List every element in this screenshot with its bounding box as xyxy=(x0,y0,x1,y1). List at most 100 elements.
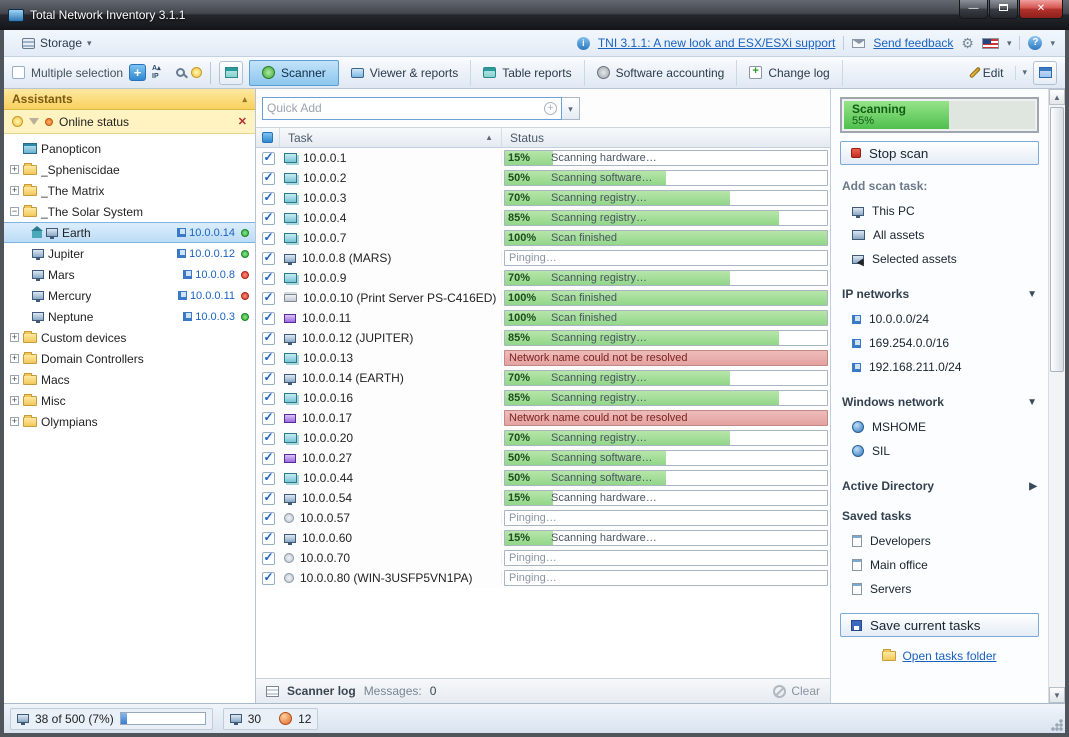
task-row[interactable]: 10.0.0.4450%Scanning software… xyxy=(256,468,830,488)
quick-add-input[interactable] xyxy=(267,101,544,115)
language-flag-icon[interactable] xyxy=(982,38,999,49)
multiple-selection-checkbox[interactable] xyxy=(12,66,25,79)
task-row[interactable]: 10.0.0.8 (MARS)Pinging… xyxy=(256,248,830,268)
task-checkbox[interactable] xyxy=(262,412,275,425)
task-checkbox[interactable] xyxy=(262,172,275,185)
assistant-bulb-icon[interactable] xyxy=(191,67,202,78)
task-row[interactable]: 10.0.0.80 (WIN-3USFP5VN1PA)Pinging… xyxy=(256,568,830,588)
task-checkbox[interactable] xyxy=(262,552,275,565)
help-chevron-icon[interactable]: ▾ xyxy=(1050,38,1055,49)
tab-edit[interactable]: Edit xyxy=(961,66,1017,80)
online-status-assistant[interactable]: Online status ✕ xyxy=(4,110,255,134)
quick-add-field[interactable]: + xyxy=(262,97,562,120)
search-icon[interactable] xyxy=(176,68,185,77)
task-row[interactable]: 10.0.0.17Network name could not be resol… xyxy=(256,408,830,428)
select-all-header[interactable] xyxy=(256,128,280,147)
collapse-icon[interactable]: ▴ xyxy=(242,94,247,105)
windows-network-item-sil[interactable]: SIL xyxy=(840,439,1039,463)
task-row[interactable]: 10.0.0.250%Scanning software… xyxy=(256,168,830,188)
task-checkbox[interactable] xyxy=(262,472,275,485)
stop-scan-button[interactable]: Stop scan xyxy=(840,141,1039,165)
task-row[interactable]: 10.0.0.10 (Print Server PS-C416ED)100%Sc… xyxy=(256,288,830,308)
task-row[interactable]: 10.0.0.485%Scanning registry… xyxy=(256,208,830,228)
windows-network-item-mshome[interactable]: MSHOME xyxy=(840,415,1039,439)
save-current-tasks-button[interactable]: Save current tasks xyxy=(840,613,1039,637)
quick-add-dropdown[interactable]: ▾ xyxy=(562,97,580,120)
chevron-down-icon[interactable]: ▼ xyxy=(1027,397,1037,408)
ip-networks-item-169-254-0-0-16[interactable]: 169.254.0.0/16 xyxy=(840,331,1039,355)
section-saved-tasks[interactable]: Saved tasks xyxy=(842,509,1039,523)
saved-tasks-item-servers[interactable]: Servers xyxy=(840,577,1039,601)
expand-icon[interactable]: + xyxy=(10,186,19,195)
task-row[interactable]: 10.0.0.370%Scanning registry… xyxy=(256,188,830,208)
assistants-header[interactable]: Assistants ▴ xyxy=(4,89,255,110)
task-row[interactable]: 10.0.0.115%Scanning hardware… xyxy=(256,148,830,168)
help-icon[interactable]: ? xyxy=(1028,36,1042,50)
resize-grip[interactable] xyxy=(1050,718,1063,731)
expand-icon[interactable]: + xyxy=(10,165,19,174)
ip-networks-item-192-168-211-0-24[interactable]: 192.168.211.0/24 xyxy=(840,355,1039,379)
vertical-scrollbar[interactable]: ▲ ▼ xyxy=(1048,89,1065,703)
task-checkbox[interactable] xyxy=(262,532,275,545)
task-row[interactable]: 10.0.0.14 (EARTH)70%Scanning registry… xyxy=(256,368,830,388)
language-chevron-icon[interactable]: ▾ xyxy=(1007,38,1012,49)
tree-item-custom-devices[interactable]: +Custom devices xyxy=(4,327,255,348)
tree-item-domain-controllers[interactable]: +Domain Controllers xyxy=(4,348,255,369)
task-checkbox[interactable] xyxy=(262,212,275,225)
scroll-down-button[interactable]: ▼ xyxy=(1049,687,1065,703)
scrollbar-thumb[interactable] xyxy=(1050,107,1064,372)
task-checkbox[interactable] xyxy=(262,492,275,505)
tab-software-accounting[interactable]: Software accounting xyxy=(585,60,738,86)
close-icon[interactable]: ✕ xyxy=(238,115,247,128)
section-windows-network[interactable]: Windows network▼ xyxy=(842,395,1039,409)
task-checkbox[interactable] xyxy=(262,372,275,385)
layout-button[interactable] xyxy=(1033,61,1057,85)
tree-item-jupiter[interactable]: Jupiter10.0.0.12 xyxy=(4,243,255,264)
task-row[interactable]: 10.0.0.970%Scanning registry… xyxy=(256,268,830,288)
open-tasks-folder-link[interactable]: Open tasks folder xyxy=(840,649,1039,663)
minimize-button[interactable]: — xyxy=(959,0,988,19)
sort-a-ip-button[interactable]: A▴IP xyxy=(152,65,170,81)
task-checkbox[interactable] xyxy=(262,312,275,325)
task-checkbox[interactable] xyxy=(262,352,275,365)
task-row[interactable]: 10.0.0.11100%Scan finished xyxy=(256,308,830,328)
tree-item-spheniscidae[interactable]: +_Spheniscidae xyxy=(4,159,255,180)
tab-table-reports[interactable]: Table reports xyxy=(471,60,584,86)
maximize-button[interactable] xyxy=(989,0,1018,19)
expand-icon[interactable]: + xyxy=(10,354,19,363)
tree-item-panopticon[interactable]: Panopticon xyxy=(4,138,255,159)
ip-networks-item-10-0-0-0-24[interactable]: 10.0.0.0/24 xyxy=(840,307,1039,331)
add-task-selected-assets[interactable]: Selected assets xyxy=(840,247,1039,271)
expand-icon[interactable]: + xyxy=(10,333,19,342)
expand-icon[interactable]: + xyxy=(10,396,19,405)
status-column-header[interactable]: Status xyxy=(502,131,830,145)
title-bar[interactable]: Total Network Inventory 3.1.1 — ✕ xyxy=(0,0,1069,30)
tree-item-the-solar-system[interactable]: −_The Solar System xyxy=(4,201,255,222)
scanner-log-bar[interactable]: Scanner log Messages: 0 Clear xyxy=(256,678,830,703)
section-ip-networks[interactable]: IP networks▼ xyxy=(842,287,1039,301)
task-row[interactable]: 10.0.0.13Network name could not be resol… xyxy=(256,348,830,368)
chevron-down-icon[interactable]: ▼ xyxy=(1027,289,1037,300)
task-checkbox[interactable] xyxy=(262,572,275,585)
gear-icon[interactable]: ⚙ xyxy=(961,36,974,50)
task-row[interactable]: 10.0.0.7100%Scan finished xyxy=(256,228,830,248)
task-checkbox[interactable] xyxy=(262,192,275,205)
tree-item-neptune[interactable]: Neptune10.0.0.3 xyxy=(4,306,255,327)
task-checkbox[interactable] xyxy=(262,232,275,245)
task-row[interactable]: 10.0.0.2070%Scanning registry… xyxy=(256,428,830,448)
close-button[interactable]: ✕ xyxy=(1019,0,1063,19)
task-row[interactable]: 10.0.0.57Pinging… xyxy=(256,508,830,528)
add-task-this-pc[interactable]: This PC xyxy=(840,199,1039,223)
task-column-header[interactable]: Task ▲ xyxy=(280,128,502,147)
tab-change-log[interactable]: Change log xyxy=(737,60,842,86)
task-row[interactable]: 10.0.0.2750%Scanning software… xyxy=(256,448,830,468)
send-feedback-link[interactable]: Send feedback xyxy=(873,36,953,50)
add-button[interactable]: + xyxy=(129,64,146,81)
task-checkbox[interactable] xyxy=(262,512,275,525)
storage-menu[interactable]: Storage ▾ xyxy=(14,33,100,53)
section-active-directory[interactable]: Active Directory▶ xyxy=(842,479,1039,493)
tree-item-macs[interactable]: +Macs xyxy=(4,369,255,390)
news-link[interactable]: TNI 3.1.1: A new look and ESX/ESXi suppo… xyxy=(598,36,835,50)
clear-log-button[interactable]: Clear xyxy=(773,684,820,698)
collapse-icon[interactable]: − xyxy=(10,207,19,216)
